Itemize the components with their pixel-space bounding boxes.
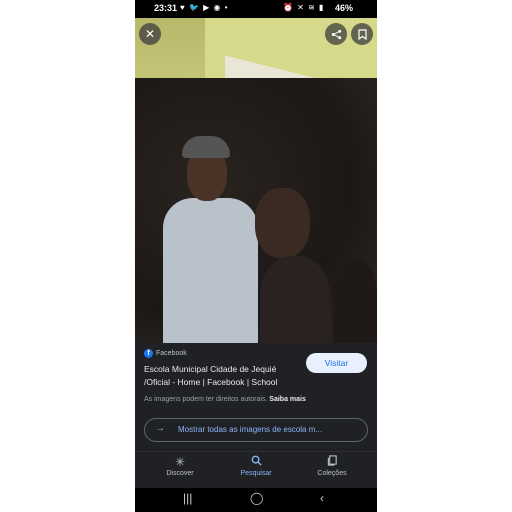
- share-icon: [331, 29, 341, 39]
- source-row: f Facebook: [144, 349, 187, 358]
- bottom-navigation: ✳ Discover Pesquisar Coleções: [135, 451, 377, 489]
- notification-icons: ♥ 🐦 ▶ ◉ •: [180, 3, 229, 12]
- result-title[interactable]: Escola Municipal Cidade de Jequié /Ofici…: [144, 363, 302, 389]
- show-all-images-button[interactable]: → Mostrar todas as imagens de escola m..…: [144, 418, 368, 442]
- home-icon[interactable]: ◯: [250, 491, 263, 505]
- result-image[interactable]: [135, 18, 377, 343]
- photo-person-shirt: [163, 198, 258, 343]
- system-status-icons: ⏰ ✕ ≋ ▮: [283, 3, 325, 12]
- status-bar: 23:31 ♥ 🐦 ▶ ◉ • ⏰ ✕ ≋ ▮ 46%: [135, 0, 377, 18]
- close-button[interactable]: ✕: [139, 23, 161, 45]
- facebook-icon: f: [144, 349, 153, 358]
- phone-screen: 23:31 ♥ 🐦 ▶ ◉ • ⏰ ✕ ≋ ▮ 46% ✕ f Facebook…: [135, 0, 377, 512]
- copyright-text: As imagens podem ter direitos autorais.: [144, 396, 268, 403]
- nav-collections-label: Coleções: [317, 470, 347, 477]
- copyright-notice: As imagens podem ter direitos autorais. …: [144, 396, 306, 403]
- share-button[interactable]: [325, 23, 347, 45]
- photo-person: [255, 188, 310, 258]
- photo-person: [260, 256, 330, 343]
- nav-discover-label: Discover: [166, 470, 194, 477]
- visit-button[interactable]: Visitar: [306, 353, 367, 373]
- save-button[interactable]: [351, 23, 373, 45]
- arrow-right-icon: →: [155, 423, 165, 434]
- show-all-label: Mostrar todas as imagens de escola m...: [178, 425, 323, 434]
- recent-apps-icon[interactable]: |||: [183, 491, 192, 505]
- nav-search-label: Pesquisar: [240, 470, 272, 477]
- nav-discover[interactable]: ✳ Discover: [145, 455, 215, 477]
- photo-person-cap: [182, 136, 230, 158]
- learn-more-link[interactable]: Saiba mais: [269, 396, 306, 403]
- nav-collections[interactable]: Coleções: [297, 455, 367, 477]
- bookmark-icon: [357, 28, 367, 40]
- result-info-panel: f Facebook Escola Municipal Cidade de Je…: [135, 343, 377, 451]
- collections-icon: [297, 455, 367, 470]
- source-name: Facebook: [156, 350, 187, 357]
- battery-level: 46%: [335, 3, 354, 13]
- asterisk-icon: ✳: [174, 455, 186, 469]
- nav-search[interactable]: Pesquisar: [221, 455, 291, 477]
- photo-person: [333, 258, 377, 343]
- back-icon[interactable]: ‹: [320, 491, 324, 505]
- status-time: 23:31: [154, 3, 178, 13]
- system-navigation-bar: ||| ◯ ‹: [135, 488, 377, 512]
- search-icon: [221, 455, 291, 470]
- close-icon: ✕: [144, 27, 156, 41]
